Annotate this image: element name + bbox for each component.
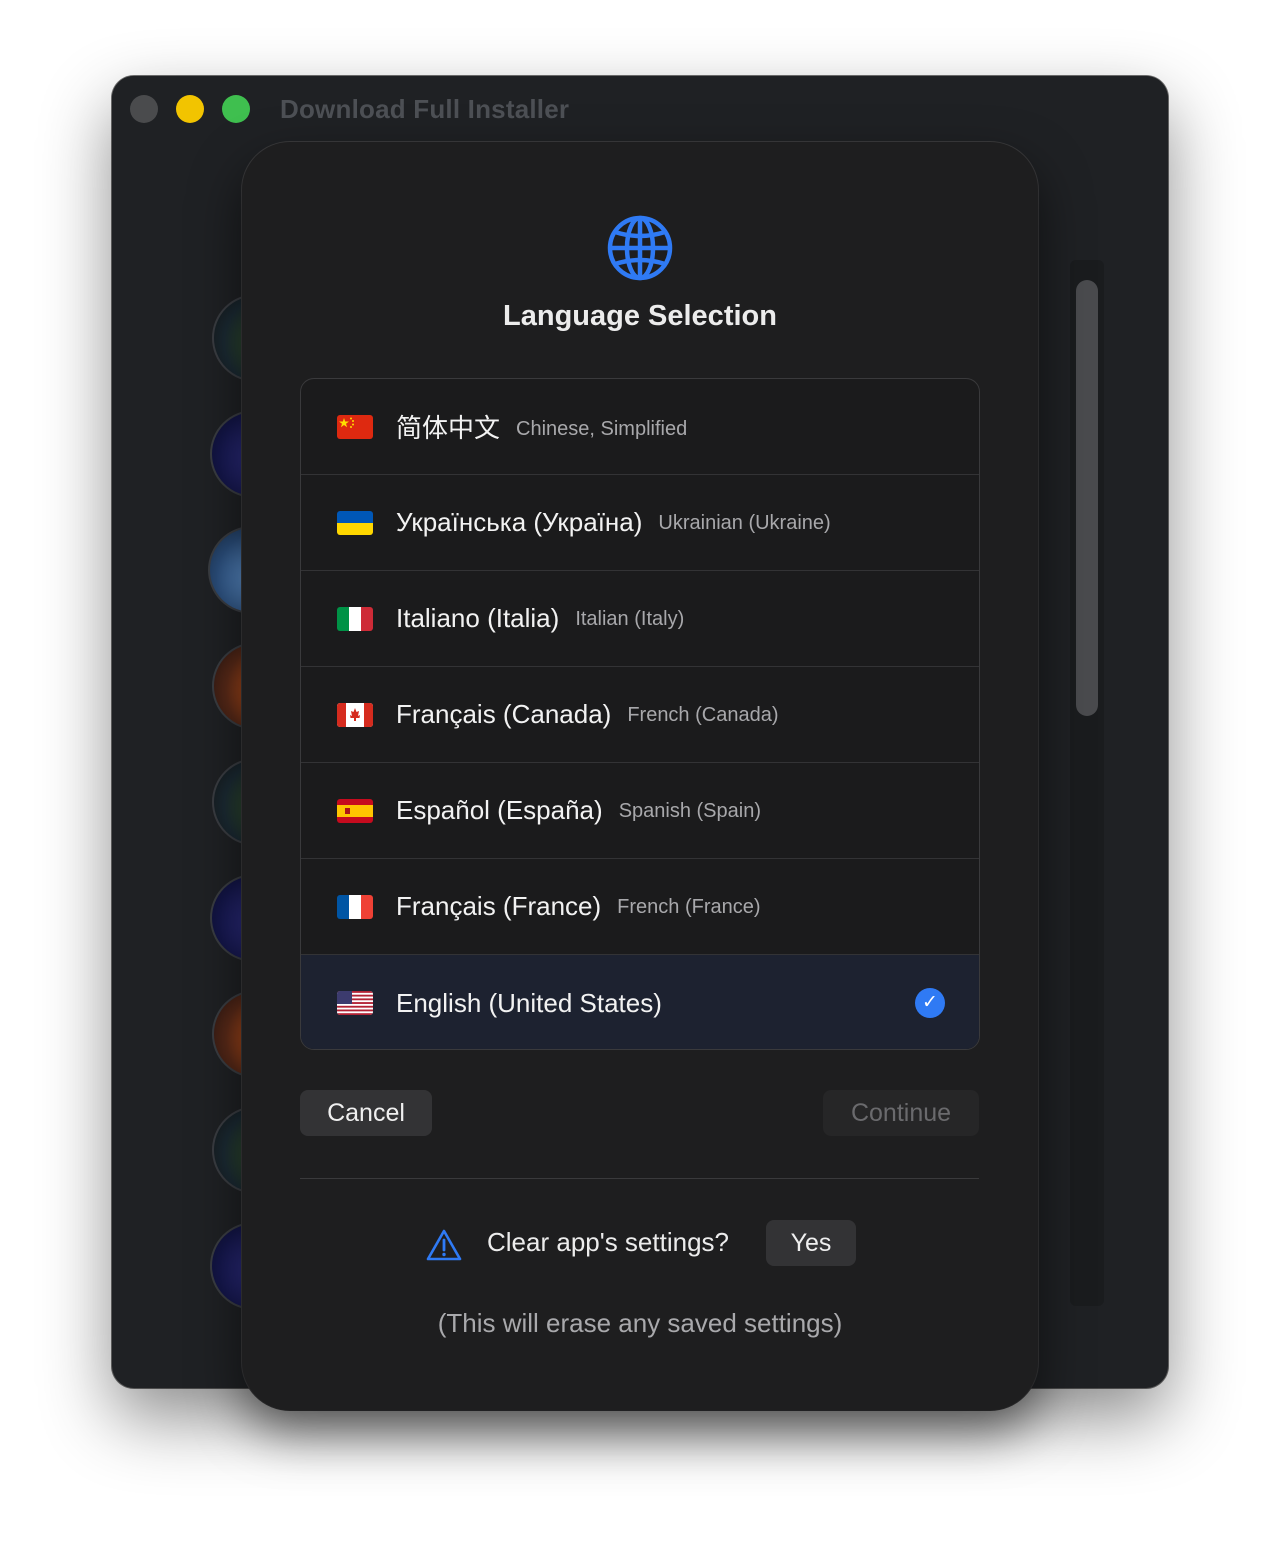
language-label: English (United States) bbox=[396, 988, 662, 1019]
usa-flag-icon bbox=[337, 991, 373, 1015]
language-row-italian[interactable]: Italiano (Italia) Italian (Italy) bbox=[301, 571, 979, 667]
language-native-name: Français (Canada) bbox=[396, 699, 612, 729]
warning-icon bbox=[426, 1229, 462, 1261]
clear-settings-yes-button[interactable]: Yes bbox=[766, 1220, 856, 1266]
divider bbox=[300, 1178, 979, 1179]
language-english-name: French (Canada) bbox=[627, 704, 779, 726]
language-row-chinese[interactable]: 简体中文 Chinese, Simplified bbox=[301, 379, 979, 475]
language-label: Italiano (Italia) Italian (Italy) bbox=[396, 603, 684, 634]
language-native-name: Français (France) bbox=[396, 891, 602, 921]
zoom-window-button[interactable] bbox=[222, 95, 250, 123]
language-english-name: Spanish (Spain) bbox=[618, 800, 761, 822]
close-window-button[interactable] bbox=[130, 95, 158, 123]
window-title: Download Full Installer bbox=[280, 94, 570, 124]
language-row-french-france[interactable]: Français (France) French (France) bbox=[301, 859, 979, 955]
title-bar: Download Full Installer bbox=[112, 76, 1168, 140]
language-label: Español (España) Spanish (Spain) bbox=[396, 795, 761, 826]
continue-button[interactable]: Continue bbox=[823, 1090, 979, 1136]
selected-checkmark-icon: ✓ bbox=[915, 988, 945, 1018]
france-flag-icon bbox=[337, 894, 373, 919]
dialog-title: Language Selection bbox=[503, 300, 777, 332]
language-list: 简体中文 Chinese, Simplified Українська (Укра… bbox=[300, 378, 980, 1050]
cancel-button[interactable]: Cancel bbox=[300, 1090, 432, 1136]
language-selection-sheet: Language Selection 简体中文 Chinese, Simplifi… bbox=[242, 142, 1038, 1410]
globe-icon bbox=[607, 215, 673, 281]
minimize-window-button[interactable] bbox=[176, 95, 204, 123]
canada-flag-icon bbox=[337, 702, 373, 727]
scrollbar-thumb[interactable] bbox=[1076, 280, 1098, 716]
language-label: Français (Canada) French (Canada) bbox=[396, 699, 779, 730]
spain-flag-icon bbox=[337, 798, 373, 823]
language-native-name: 简体中文 bbox=[396, 413, 501, 443]
erase-settings-note: (This will erase any saved settings) bbox=[437, 1308, 843, 1338]
clear-settings-question: Clear app's settings? bbox=[487, 1227, 729, 1257]
language-row-ukrainian[interactable]: Українська (Україна) Ukrainian (Ukraine) bbox=[301, 475, 979, 571]
italy-flag-icon bbox=[337, 606, 373, 631]
language-label: Українська (Україна) Ukrainian (Ukraine) bbox=[396, 507, 831, 538]
language-native-name: Español (España) bbox=[396, 795, 603, 825]
language-label: Français (France) French (France) bbox=[396, 891, 761, 922]
language-english-name: French (France) bbox=[617, 896, 761, 918]
language-row-spanish[interactable]: Español (España) Spanish (Spain) bbox=[301, 763, 979, 859]
language-english-name: Chinese, Simplified bbox=[516, 418, 688, 440]
language-row-french-canada[interactable]: Français (Canada) French (Canada) bbox=[301, 667, 979, 763]
language-label: 简体中文 Chinese, Simplified bbox=[396, 408, 687, 445]
language-row-english-us[interactable]: English (United States) ✓ bbox=[301, 955, 979, 1049]
language-native-name: English (United States) bbox=[396, 987, 662, 1018]
china-flag-icon bbox=[337, 414, 373, 439]
language-english-name: Italian (Italy) bbox=[575, 608, 685, 630]
language-native-name: Українська (Україна) bbox=[396, 507, 643, 537]
ukraine-flag-icon bbox=[337, 510, 373, 535]
language-native-name: Italiano (Italia) bbox=[396, 603, 560, 633]
language-english-name: Ukrainian (Ukraine) bbox=[658, 512, 831, 534]
